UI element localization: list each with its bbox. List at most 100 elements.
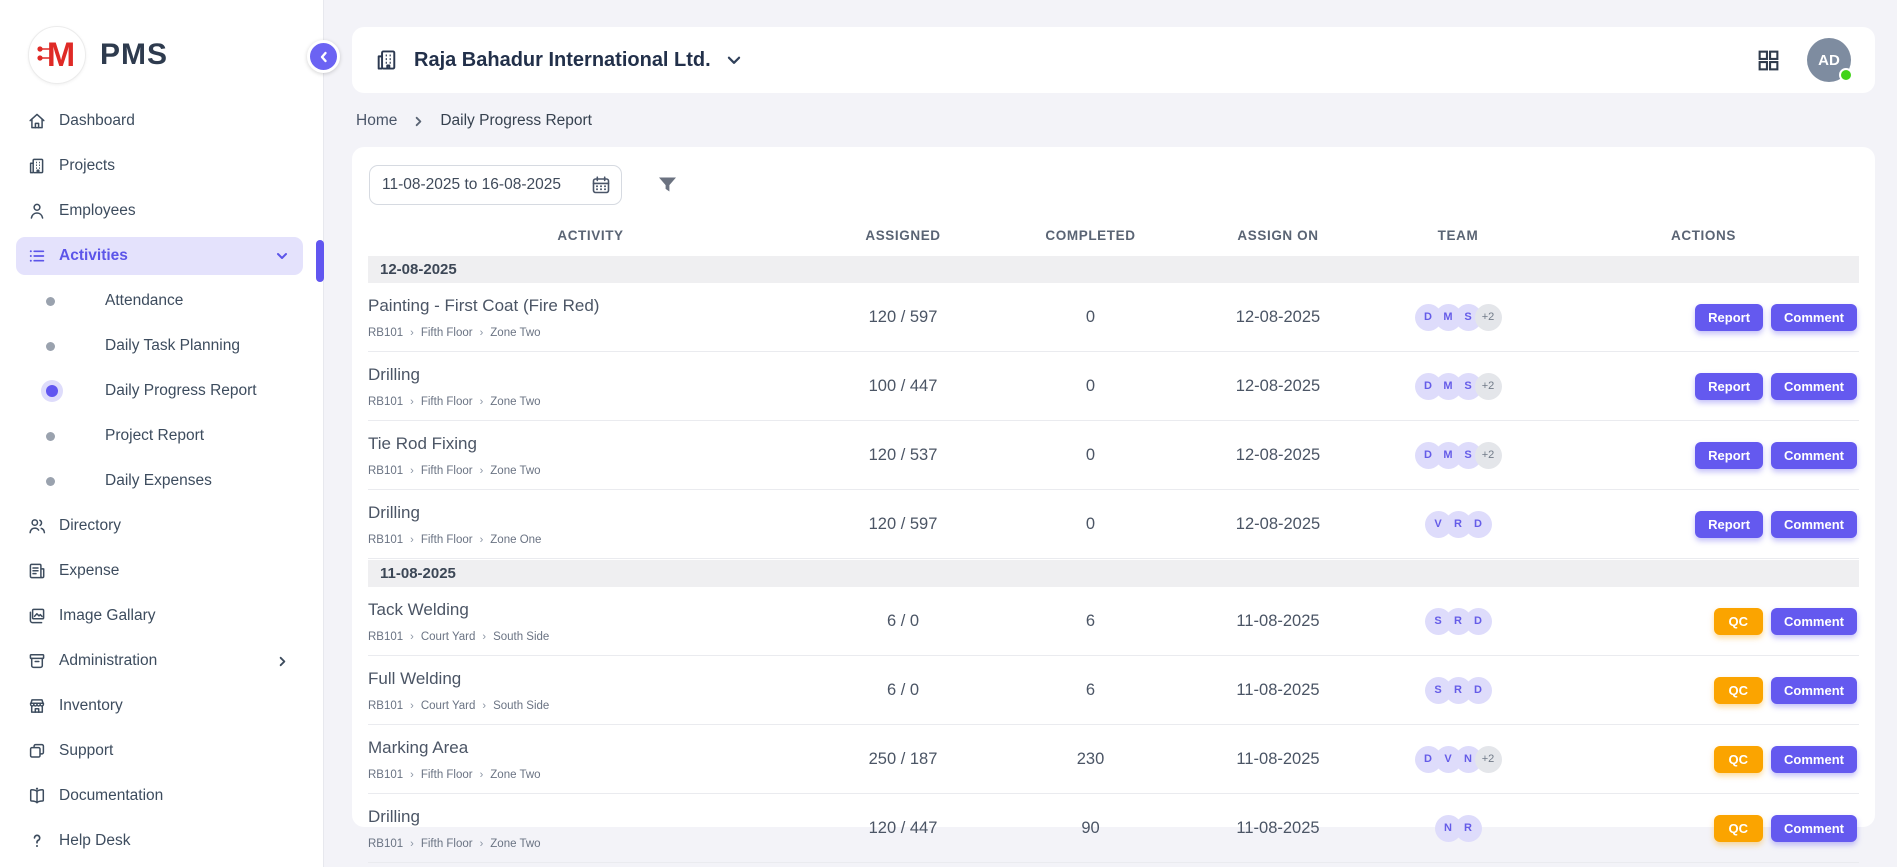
team-avatar: D [1465,608,1492,635]
sidebar-subitem-attendance[interactable]: Attendance [16,282,303,320]
table-row: DrillingRB101›Fifth Floor›Zone Two100 / … [368,352,1859,421]
comment-button[interactable]: Comment [1771,746,1857,773]
path-segment: Court Yard [421,631,476,643]
report-button[interactable]: Report [1695,373,1763,400]
chevron-right-icon: › [410,700,414,712]
assign-on-value: 12-08-2025 [1188,446,1368,465]
activity-title: Tack Welding [368,600,813,620]
activity-cell: Tack WeldingRB101›Court Yard›South Side [368,600,813,643]
table-row: Marking AreaRB101›Fifth Floor›Zone Two25… [368,725,1859,794]
chevron-right-icon [276,655,289,668]
row-actions: QC Comment [1548,746,1859,773]
qc-button[interactable]: QC [1714,815,1764,842]
sidebar-subitem-daily-progress-report[interactable]: Daily Progress Report [16,372,303,410]
report-button[interactable]: Report [1695,511,1763,538]
path-segment: Fifth Floor [421,769,473,781]
completed-value: 6 [993,681,1188,700]
table-row: Full WeldingRB101›Court Yard›South Side6… [368,656,1859,725]
sidebar-subitem-daily-task-planning[interactable]: Daily Task Planning [16,327,303,365]
filter-funnel-icon[interactable] [656,174,679,196]
table-row: DrillingRB101›Fifth Floor›Zone One120 / … [368,490,1859,559]
topbar-right: AD [1756,38,1851,82]
row-actions: Report Comment [1548,442,1859,469]
sidebar-item-expense[interactable]: Expense [16,552,303,590]
sidebar-item-dashboard[interactable]: Dashboard [16,102,303,140]
topbar: Raja Bahadur International Ltd. AD [352,27,1875,93]
user-avatar[interactable]: AD [1807,38,1851,82]
path-segment: RB101 [368,396,403,408]
assigned-value: 120 / 447 [813,819,993,838]
sidebar-item-help-desk[interactable]: Help Desk [16,822,303,860]
date-range-picker[interactable] [369,165,622,205]
comment-button[interactable]: Comment [1771,373,1857,400]
assigned-value: 6 / 0 [813,612,993,631]
path-segment: Zone Two [490,838,540,850]
sidebar-item-projects[interactable]: Projects [16,147,303,185]
activity-path: RB101›Fifth Floor›Zone Two [368,396,813,408]
sidebar-item-activities[interactable]: Activities [16,237,303,275]
sidebar-item-directory[interactable]: Directory [16,507,303,545]
comment-button[interactable]: Comment [1771,511,1857,538]
logo-circuit-icon [37,46,53,68]
path-segment: RB101 [368,465,403,477]
chevron-right-icon: › [410,769,414,781]
row-actions: Report Comment [1548,373,1859,400]
sidebar-item-documentation[interactable]: Documentation [16,777,303,815]
report-button[interactable]: Report [1695,442,1763,469]
bullet-icon [46,385,58,397]
assigned-value: 250 / 187 [813,750,993,769]
report-table-body: 12-08-2025Painting - First Coat (Fire Re… [368,256,1859,863]
comment-button[interactable]: Comment [1771,442,1857,469]
sidebar-item-image-gallery[interactable]: Image Gallary [16,597,303,635]
column-header-actions: Actions [1548,228,1859,243]
layers-icon [27,741,47,761]
chevron-right-icon: › [480,327,484,339]
path-segment: South Side [493,631,549,643]
more-count-badge: +2 [1475,304,1502,331]
qc-button[interactable]: QC [1714,677,1764,704]
report-button[interactable]: Report [1695,304,1763,331]
activity-title: Tie Rod Fixing [368,434,813,454]
report-card: ActivityAssignedCompletedAssign OnTeamAc… [352,147,1875,827]
qc-button[interactable]: QC [1714,746,1764,773]
comment-button[interactable]: Comment [1771,815,1857,842]
team-avatars: DVN+2 [1368,746,1548,773]
active-menu-indicator [316,240,324,282]
completed-value: 6 [993,612,1188,631]
chevron-down-icon [275,249,289,263]
completed-value: 0 [993,308,1188,327]
sidebar-item-inventory[interactable]: Inventory [16,687,303,725]
sidebar-subitem-project-report[interactable]: Project Report [16,417,303,455]
company-selector[interactable]: Raja Bahadur International Ltd. [374,47,743,73]
sidebar-item-administration[interactable]: Administration [16,642,303,680]
comment-button[interactable]: Comment [1771,608,1857,635]
comment-button[interactable]: Comment [1771,304,1857,331]
path-segment: Zone Two [490,396,540,408]
archive-icon [27,651,47,671]
activity-cell: DrillingRB101›Fifth Floor›Zone Two [368,365,813,408]
breadcrumb-home[interactable]: Home [356,112,397,130]
chevron-right-icon: › [410,396,414,408]
path-segment: Fifth Floor [421,838,473,850]
sidebar-collapse-button[interactable] [307,40,340,73]
company-building-icon [374,47,400,73]
table-header-row: ActivityAssignedCompletedAssign OnTeamAc… [368,215,1859,255]
qc-button[interactable]: QC [1714,608,1764,635]
chevron-right-icon: › [480,534,484,546]
completed-value: 0 [993,377,1188,396]
comment-button[interactable]: Comment [1771,677,1857,704]
team-avatars: DMS+2 [1368,442,1548,469]
column-header-assigned: Assigned [813,228,993,243]
chevron-right-icon: › [480,838,484,850]
sidebar-item-employees[interactable]: Employees [16,192,303,230]
assign-on-value: 12-08-2025 [1188,515,1368,534]
apps-grid-icon[interactable] [1756,48,1781,73]
chevron-right-icon: › [480,465,484,477]
sidebar: M PMS Dashboard Projects Employees Activ… [0,0,324,867]
column-header-team: Team [1368,228,1548,243]
sidebar-subitem-daily-expenses[interactable]: Daily Expenses [16,462,303,500]
chevron-left-icon [317,50,331,64]
date-range-input[interactable] [369,165,622,205]
team-avatars: SRD [1368,608,1548,635]
sidebar-item-support[interactable]: Support [16,732,303,770]
